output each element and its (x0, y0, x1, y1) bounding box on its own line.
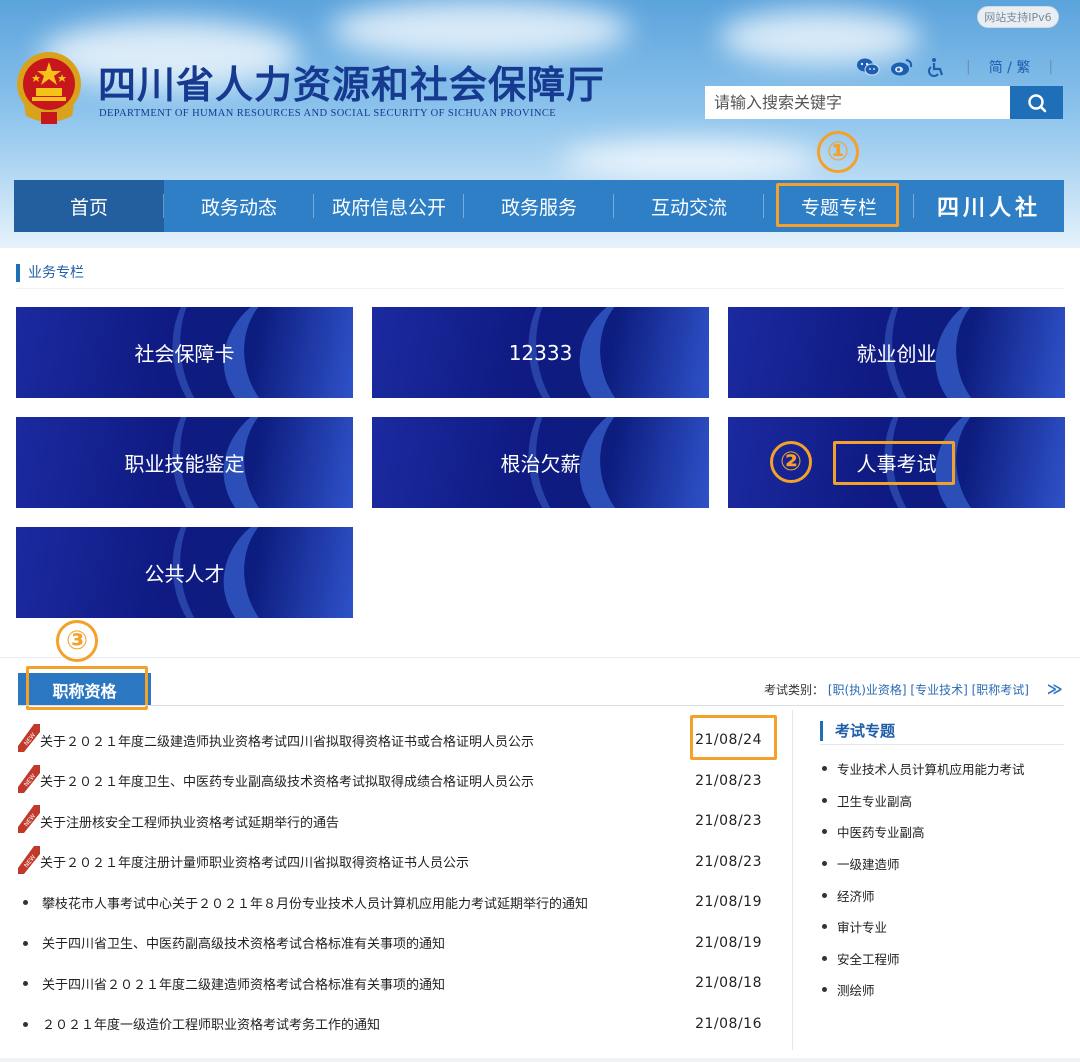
tile-social-security-card[interactable]: 社会保障卡 (16, 307, 353, 398)
news-item[interactable]: NEW 关于２０２１年度注册计量师职业资格考试四川省拟取得资格证书人员公示 21/0… (18, 842, 778, 883)
page-bottom-border (0, 1058, 1080, 1062)
news-list: NEW 关于２０２１年度二级建造师执业资格考试四川省拟取得资格证书或合格证明人员公… (18, 720, 778, 1044)
ipv6-badge: 网站支持IPv6 (977, 6, 1059, 28)
side-panel-title: 考试专题 (820, 721, 895, 741)
section-divider (16, 288, 1064, 289)
tile-label: 人事考试 (856, 452, 937, 476)
side-topic-item[interactable]: 测绘师 (822, 974, 1025, 1006)
callout-highlight-box (776, 183, 899, 227)
tile-wage-arrears[interactable]: 根治欠薪 (372, 417, 709, 508)
tile-employment[interactable]: 就业创业 (728, 307, 1065, 398)
news-title[interactable]: 关于２０２１年度卫生、中医药专业副高级技术资格考试拟取得成绩合格证明人员公示 (40, 771, 534, 790)
news-title[interactable]: 关于四川省卫生、中医药副高级技术资格考试合格标准有关事项的通知 (40, 933, 445, 952)
site-title: 四川省人力资源和社会保障厅 (98, 62, 606, 107)
sichuan-renshe-logo[interactable]: 四川人社 (914, 180, 1064, 232)
cloud-decoration (330, 0, 630, 60)
side-topic-item[interactable]: 安全工程师 (822, 943, 1025, 975)
news-title[interactable]: ２０２１年度一级造价工程师职业资格考试考务工作的通知 (40, 1014, 380, 1033)
search-button[interactable] (1010, 86, 1063, 119)
search-bar (705, 86, 1063, 119)
news-item[interactable]: NEW 关于注册核安全工程师执业资格考试延期举行的通告 21/08/23 (18, 801, 778, 842)
news-item[interactable]: 关于四川省２０２１年度二级建造师资格考试合格标准有关事项的通知 21/08/18 (18, 963, 778, 1004)
new-badge-icon: NEW (18, 801, 40, 841)
side-topic-item[interactable]: 中医药专业副高 (822, 816, 1025, 848)
tile-label: 根治欠薪 (500, 452, 581, 476)
news-date: 21/08/19 (695, 934, 762, 951)
exam-type-link-vocational[interactable]: [职(执)业资格] (828, 683, 907, 697)
site-subtitle: DEPARTMENT OF HUMAN RESOURCES AND SOCIAL… (99, 108, 557, 119)
side-topic-item[interactable]: 一级建造师 (822, 848, 1025, 880)
news-item[interactable]: 攀枝花市人事考试中心关于２０２１年８月份专业技术人员计算机应用能力考试延期举行的… (18, 882, 778, 923)
news-title[interactable]: 攀枝花市人事考试中心关于２０２１年８月份专业技术人员计算机应用能力考试延期举行的… (40, 893, 588, 912)
tile-label: 职业技能鉴定 (124, 452, 245, 476)
callout-number-3: ③ (56, 620, 98, 662)
divider (0, 657, 1080, 658)
news-date: 21/08/16 (695, 1015, 762, 1032)
tile-public-talent[interactable]: 公共人才 (16, 527, 353, 618)
new-badge-icon: NEW (18, 761, 40, 801)
header-tools: | 简 / 繁 | (856, 56, 1061, 78)
tile-label: 就业创业 (856, 342, 937, 366)
news-item[interactable]: ２０２１年度一级造价工程师职业资格考试考务工作的通知 21/08/16 (18, 1004, 778, 1045)
news-title[interactable]: 关于２０２１年度注册计量师职业资格考试四川省拟取得资格证书人员公示 (40, 852, 469, 871)
side-topic-item[interactable]: 卫生专业副高 (822, 785, 1025, 817)
bullet-icon (18, 882, 40, 922)
news-item[interactable]: NEW 关于２０２１年度卫生、中医药专业副高级技术资格考试拟取得成绩合格证明人员公… (18, 761, 778, 802)
callout-number-1: ① (817, 131, 859, 173)
nav-item-info-disclosure[interactable]: 政府信息公开 (314, 180, 464, 232)
more-icon[interactable]: ≫ (1047, 680, 1063, 698)
bullet-icon (18, 963, 40, 1003)
tile-label: 12333 (508, 340, 573, 365)
side-topic-item[interactable]: 经济师 (822, 879, 1025, 911)
side-topic-item[interactable]: 审计专业 (822, 911, 1025, 943)
news-title[interactable]: 关于２０２１年度二级建造师执业资格考试四川省拟取得资格证书或合格证明人员公示 (40, 731, 534, 750)
site-header: 网站支持IPv6 四川省人力资源和社会保障厅 DEPARTMENT OF HUM… (0, 0, 1080, 248)
nav-item-news[interactable]: 政务动态 (164, 180, 314, 232)
side-topic-list: 专业技术人员计算机应用能力考试 卫生专业副高 中医药专业副高 一级建造师 经济师 审计专业… (822, 753, 1025, 1006)
news-item[interactable]: NEW 关于２０２１年度二级建造师执业资格考试四川省拟取得资格证书或合格证明人员公… (18, 720, 778, 761)
nav-item-home[interactable]: 首页 (14, 180, 164, 232)
callout-highlight-box (26, 666, 148, 710)
tile-label: 社会保障卡 (134, 342, 235, 366)
side-panel-divider (820, 744, 1064, 745)
search-icon (1027, 93, 1046, 112)
news-title[interactable]: 关于注册核安全工程师执业资格考试延期举行的通告 (40, 812, 339, 831)
news-date: 21/08/23 (695, 813, 762, 830)
callout-number-2: ② (770, 441, 812, 483)
cloud-decoration (560, 140, 820, 180)
exam-type-links: 考试类别： [职(执)业资格] [专业技术] [职称考试] ≫ (764, 680, 1063, 698)
tile-label: 公共人才 (144, 562, 225, 586)
side-topic-item[interactable]: 专业技术人员计算机应用能力考试 (822, 753, 1025, 785)
news-title[interactable]: 关于四川省２０２１年度二级建造师资格考试合格标准有关事项的通知 (40, 974, 445, 993)
main-nav: 首页 政务动态 政府信息公开 政务服务 互动交流 专题专栏 四川人社 (14, 180, 1064, 232)
section-title: 业务专栏 (16, 264, 84, 282)
weibo-icon[interactable] (890, 56, 914, 78)
news-date: 21/08/19 (695, 894, 762, 911)
callout-highlight-box (690, 715, 777, 760)
news-date: 21/08/23 (695, 772, 762, 789)
nav-item-interaction[interactable]: 互动交流 (614, 180, 764, 232)
news-item[interactable]: 关于四川省卫生、中医药副高级技术资格考试合格标准有关事项的通知 21/08/19 (18, 923, 778, 964)
nav-item-services[interactable]: 政务服务 (464, 180, 614, 232)
exam-type-link-title[interactable]: [职称考试] (972, 683, 1029, 697)
tile-12333[interactable]: 12333 (372, 307, 709, 398)
divider: | (966, 59, 971, 75)
bullet-icon (18, 1004, 40, 1044)
news-date: 21/08/18 (695, 975, 762, 992)
bullet-icon (18, 923, 40, 963)
exam-types-label: 考试类别： (764, 683, 825, 697)
search-input[interactable] (705, 86, 1010, 119)
column-divider (792, 710, 793, 1050)
new-badge-icon: NEW (18, 720, 40, 760)
news-date: 21/08/23 (695, 853, 762, 870)
divider: | (1048, 59, 1054, 75)
tile-vocational-skills[interactable]: 职业技能鉴定 (16, 417, 353, 508)
exam-type-link-technical[interactable]: [专业技术] (910, 683, 967, 697)
new-badge-icon: NEW (18, 842, 40, 882)
lang-toggle[interactable]: 简 / 繁 (989, 57, 1031, 77)
tab-underline (18, 705, 1064, 706)
accessibility-icon[interactable] (924, 56, 948, 78)
national-emblem-icon (17, 52, 81, 124)
wechat-icon[interactable] (856, 56, 880, 78)
